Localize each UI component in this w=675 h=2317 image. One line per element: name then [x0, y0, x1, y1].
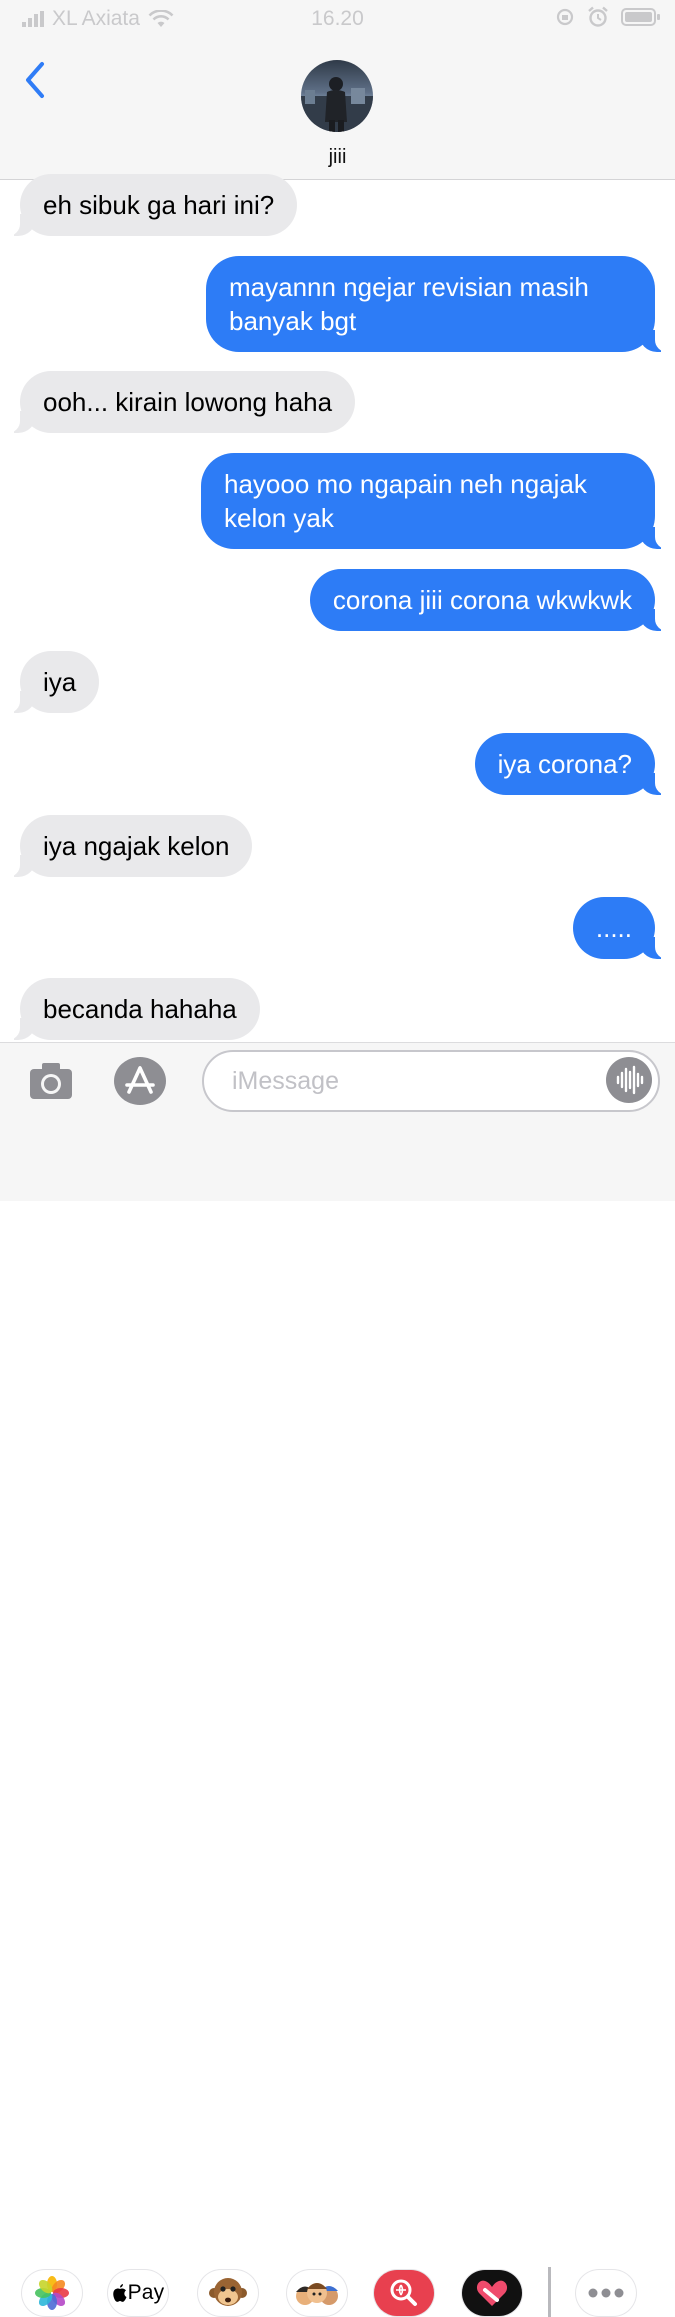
imessage-input[interactable]: iMessage: [202, 1050, 660, 1112]
status-bar: XL Axiata 16.20: [0, 0, 675, 36]
memoji-stickers-icon: [296, 2283, 338, 2305]
message-bubble-sent[interactable]: hayooo mo ngapain neh ngajak kelon yak: [201, 453, 669, 549]
apple-logo-icon: [112, 2284, 127, 2302]
photos-app-icon: [35, 2276, 69, 2310]
message-bubble-sent[interactable]: .....: [572, 897, 670, 959]
avatar-photo: [301, 77, 373, 132]
drawer-divider: [548, 2267, 551, 2317]
alarm-icon: [588, 6, 608, 27]
message-bubble-received[interactable]: iya ngajak kelon: [5, 815, 253, 877]
message-text: iya: [43, 667, 77, 697]
apple-pay-label: Pay: [127, 2281, 165, 2304]
message-text-line: hayooo mo ngapain neh ngajak: [224, 469, 587, 499]
message-text: .....: [595, 913, 632, 943]
monkey-memoji-button[interactable]: [198, 2270, 258, 2316]
message-bubble-received[interactable]: iya: [5, 651, 100, 713]
more-apps-button[interactable]: [576, 2270, 636, 2316]
photos-app-button[interactable]: [22, 2270, 82, 2316]
message-text: corona jiii corona wkwkwk: [332, 585, 632, 615]
web-search-button[interactable]: [374, 2270, 434, 2316]
conversation-header: XL Axiata 16.20 jiii: [0, 0, 675, 180]
audio-message-button[interactable]: [606, 1057, 652, 1103]
status-right: [555, 6, 661, 28]
message-text: iya corona?: [497, 749, 632, 779]
web-search-icon: [390, 2279, 417, 2306]
digital-touch-icon: [476, 2280, 508, 2306]
monkey-memoji-icon: [209, 2278, 247, 2306]
more-icon: [588, 2288, 624, 2298]
message-bubble-sent[interactable]: mayannn ngejar revisian masih banyak bgt: [206, 256, 669, 352]
contact-name[interactable]: jiii: [0, 146, 675, 169]
message-text-line: banyak bgt: [229, 306, 357, 336]
message-text-line: kelon yak: [224, 503, 334, 533]
camera-icon[interactable]: [28, 1061, 74, 1101]
message-text-line: mayannn ngejar revisian masih: [229, 272, 589, 302]
message-bubble-received[interactable]: ooh... kirain lowong haha: [5, 371, 356, 433]
back-chevron-icon[interactable]: [20, 58, 54, 102]
app-drawer: Pay: [0, 1133, 675, 2317]
message-text: eh sibuk ga hari ini?: [43, 190, 275, 220]
contact-avatar[interactable]: [301, 60, 373, 132]
memoji-stickers-button[interactable]: [287, 2270, 347, 2316]
app-store-button[interactable]: [114, 1057, 166, 1105]
message-bubble-received[interactable]: eh sibuk ga hari ini?: [5, 174, 298, 236]
orientation-lock-icon: [556, 8, 574, 26]
digital-touch-button[interactable]: [462, 2270, 522, 2316]
apple-pay-button[interactable]: Pay: [108, 2270, 168, 2316]
app-store-icon: [125, 1066, 155, 1094]
message-text: iya ngajak kelon: [43, 831, 230, 861]
message-bubble-received[interactable]: becanda hahaha: [6, 978, 260, 1040]
message-bubble-sent[interactable]: iya corona?: [474, 733, 670, 795]
message-text: becanda hahaha: [43, 994, 237, 1024]
imessage-placeholder: iMessage: [232, 1067, 339, 1095]
message-bubble-sent[interactable]: corona jiii corona wkwkwk: [309, 569, 670, 631]
battery-icon: [621, 8, 660, 26]
audio-waveform-icon: [616, 1065, 644, 1095]
message-text: ooh... kirain lowong haha: [43, 387, 333, 417]
